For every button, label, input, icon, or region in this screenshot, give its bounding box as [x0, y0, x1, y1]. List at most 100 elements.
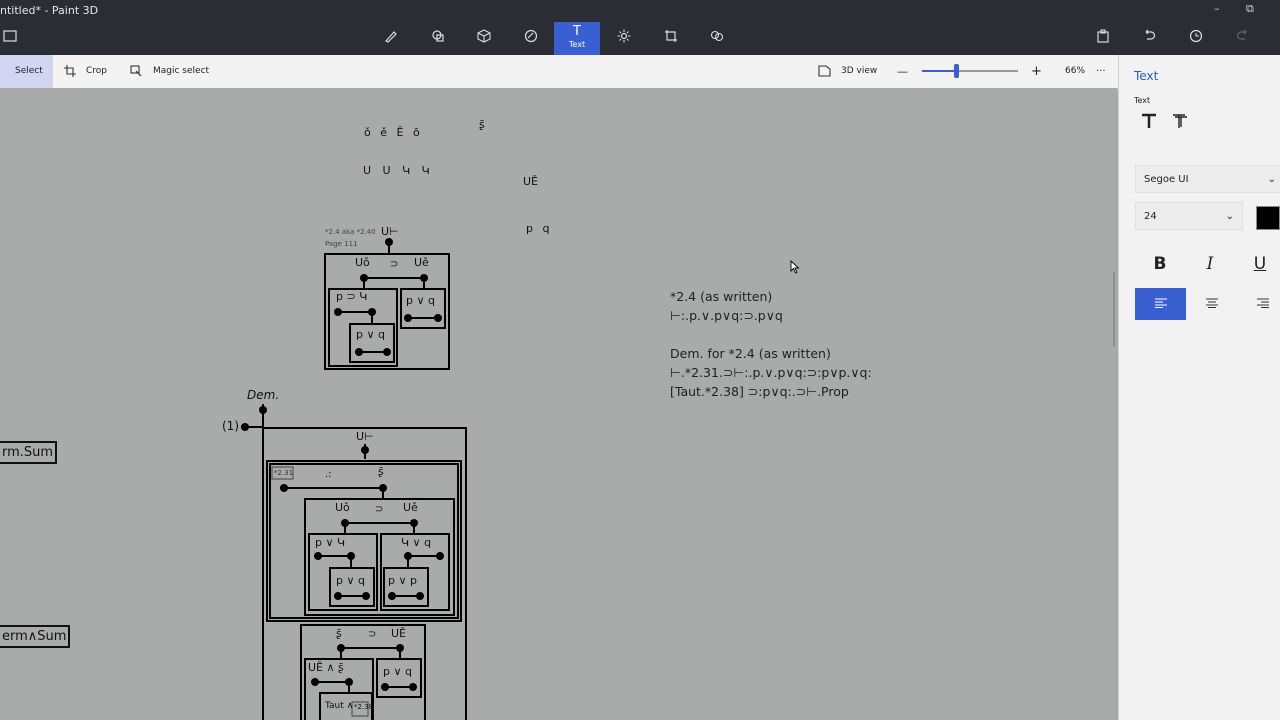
- d2-b: Կ ∨ q: [401, 536, 432, 549]
- note-line-2: ⊢:.p.∨.p∨q:⊃.p∨q: [670, 308, 783, 323]
- text-tool-glyph: T: [573, 24, 581, 39]
- panel-subtitle: Text: [1134, 96, 1151, 105]
- panel-title: Text: [1134, 69, 1159, 83]
- font-size-value: 24: [1144, 211, 1157, 222]
- d1-row-left: Սǒ: [355, 256, 370, 269]
- paste-icon[interactable]: [1093, 29, 1113, 49]
- small-note: *2.4 aka *2.40: [325, 228, 376, 236]
- text-tool-button[interactable]: T Text: [554, 22, 600, 55]
- more-options-button[interactable]: ···: [1096, 55, 1110, 88]
- d3-row-op: ⊃: [368, 629, 377, 640]
- note-line-1: *2.4 (as written): [670, 289, 773, 304]
- title-bar: ntitled* - Paint 3D – ⧉: [0, 0, 1280, 22]
- d1-inner-2: p ∨ q: [406, 294, 436, 307]
- d3-b: p ∨ q: [383, 665, 413, 678]
- select-label: Select: [15, 66, 43, 76]
- minimize-button[interactable]: –: [1214, 2, 1220, 15]
- magic-select-label: Magic select: [153, 66, 210, 76]
- note-line-6: [Taut.*2.38] ⊃:p∨q:.⊃⊢.Prop: [670, 384, 849, 399]
- maximize-button[interactable]: ⧉: [1246, 2, 1254, 16]
- diagram-2: [241, 404, 467, 720]
- d2-s: ʂ̄: [378, 465, 384, 478]
- history-icon[interactable]: [1186, 29, 1206, 49]
- shapes-3d-icon[interactable]: [474, 29, 494, 49]
- underline-button[interactable]: U: [1235, 248, 1280, 280]
- text-color-swatch[interactable]: [1256, 206, 1280, 230]
- zoom-in-button[interactable]: +: [1031, 55, 1043, 88]
- canvas-icon[interactable]: [661, 29, 681, 49]
- zoom-out-button[interactable]: —: [897, 55, 909, 88]
- vertical-scrollbar[interactable]: [1113, 272, 1115, 346]
- d3-row-right: ՍĒ: [391, 627, 407, 640]
- chevron-down-icon: ⌄: [1267, 174, 1276, 185]
- mouse-cursor-icon: [790, 260, 800, 274]
- crop-label: Crop: [86, 66, 108, 76]
- d1-inner-1: p ⊃ Կ: [336, 290, 368, 303]
- d1-row-right: Սě: [414, 256, 429, 269]
- select-toolbar: Select Crop Magic select 3D view — + 66%…: [0, 55, 1118, 89]
- select-button[interactable]: Select: [0, 55, 53, 88]
- zoom-level: 66%: [1065, 66, 1086, 76]
- d2-row-op: ⊃: [375, 504, 384, 515]
- font-family-value: Segoe UI: [1144, 174, 1189, 185]
- text-side-panel: Text Text Segoe UI ⌄ 24 ⌄ B I U: [1118, 55, 1280, 720]
- 3d-text-icon[interactable]: [1171, 113, 1189, 133]
- d1-inner-3: p ∨ q: [356, 328, 386, 341]
- header-row-1: ǒ ě Ē ō: [364, 126, 423, 139]
- d2-c: p ∨ q: [336, 574, 366, 587]
- window-title: ntitled* - Paint 3D: [0, 4, 99, 17]
- main-toolbar: T Text: [0, 22, 1280, 55]
- header-row-2: Ս Ս Կ Կ: [363, 164, 434, 177]
- align-right-button[interactable]: [1237, 288, 1280, 320]
- stickers-icon[interactable]: [521, 29, 541, 49]
- header-side-1: ʂ̄: [479, 118, 485, 131]
- undo-icon[interactable]: [1139, 29, 1159, 49]
- align-left-icon: [1154, 298, 1167, 308]
- d2-a: p ∨ Կ: [315, 536, 346, 549]
- 3d-view-label: 3D view: [841, 66, 878, 76]
- bold-button[interactable]: B: [1135, 248, 1185, 280]
- d2-ref: *2.31: [274, 469, 294, 477]
- plain-text-icon[interactable]: [1141, 113, 1157, 133]
- d1-row-op: ⊃: [390, 259, 399, 270]
- brush-icon[interactable]: [381, 29, 401, 49]
- step-label: (1): [222, 419, 239, 433]
- font-family-dropdown[interactable]: Segoe UI ⌄: [1135, 165, 1280, 193]
- d2-d: p ∨ p: [388, 574, 418, 587]
- header-side-2: ՍĒ: [523, 175, 539, 188]
- magic-select-icon: [130, 65, 142, 77]
- d3-row-left: ʂ̄: [336, 627, 342, 640]
- shapes-2d-icon[interactable]: [428, 29, 448, 49]
- align-center-button[interactable]: [1186, 288, 1237, 320]
- font-size-dropdown[interactable]: 24 ⌄: [1135, 202, 1243, 230]
- zoom-slider-thumb[interactable]: [953, 64, 959, 78]
- d2-top-label: Ս⊢: [356, 430, 374, 443]
- left-box-sum: rm.Sum: [0, 441, 58, 464]
- d1-top-label: Ս⊢: [381, 225, 399, 238]
- 3d-view-toggle[interactable]: 3D view: [818, 55, 878, 88]
- crop-button[interactable]: Crop: [64, 55, 114, 88]
- d3-c: Taut ∧: [325, 701, 354, 711]
- drawing-canvas[interactable]: ǒ ě Ē ō Ս Ս Կ Կ ʂ̄ ՍĒ p q *2.4 aka *2.40…: [0, 88, 1117, 720]
- 3d-library-icon[interactable]: [707, 29, 727, 49]
- left-box-perm-sum: erm∧Sum: [0, 625, 71, 648]
- 3d-view-icon: [818, 65, 831, 77]
- redo-icon[interactable]: [1233, 29, 1253, 49]
- header-side-3: p q: [526, 222, 553, 235]
- effects-icon[interactable]: [614, 29, 634, 49]
- note-line-4: Dem. for *2.4 (as written): [670, 346, 831, 361]
- zoom-slider-fill: [922, 70, 956, 72]
- note-line-5: ⊢.*2.31.⊃⊢:.p.∨.p∨q:⊃:p∨p.∨q:: [670, 365, 872, 380]
- magic-select-button[interactable]: Magic select: [130, 55, 210, 88]
- d2-colon: .:: [325, 469, 332, 480]
- text-tool-label: Text: [568, 40, 586, 49]
- d3-a: ՍĒ ∧ ʂ̄: [308, 661, 344, 674]
- d3-ref: *2.38: [354, 703, 374, 711]
- chevron-down-icon: ⌄: [1225, 211, 1234, 222]
- italic-button[interactable]: I: [1185, 248, 1235, 280]
- menu-icon[interactable]: [0, 29, 20, 49]
- zoom-slider[interactable]: [922, 64, 1018, 78]
- align-left-button[interactable]: [1135, 288, 1186, 320]
- crop-icon: [64, 65, 76, 77]
- d2-row-right: Սě: [403, 501, 418, 514]
